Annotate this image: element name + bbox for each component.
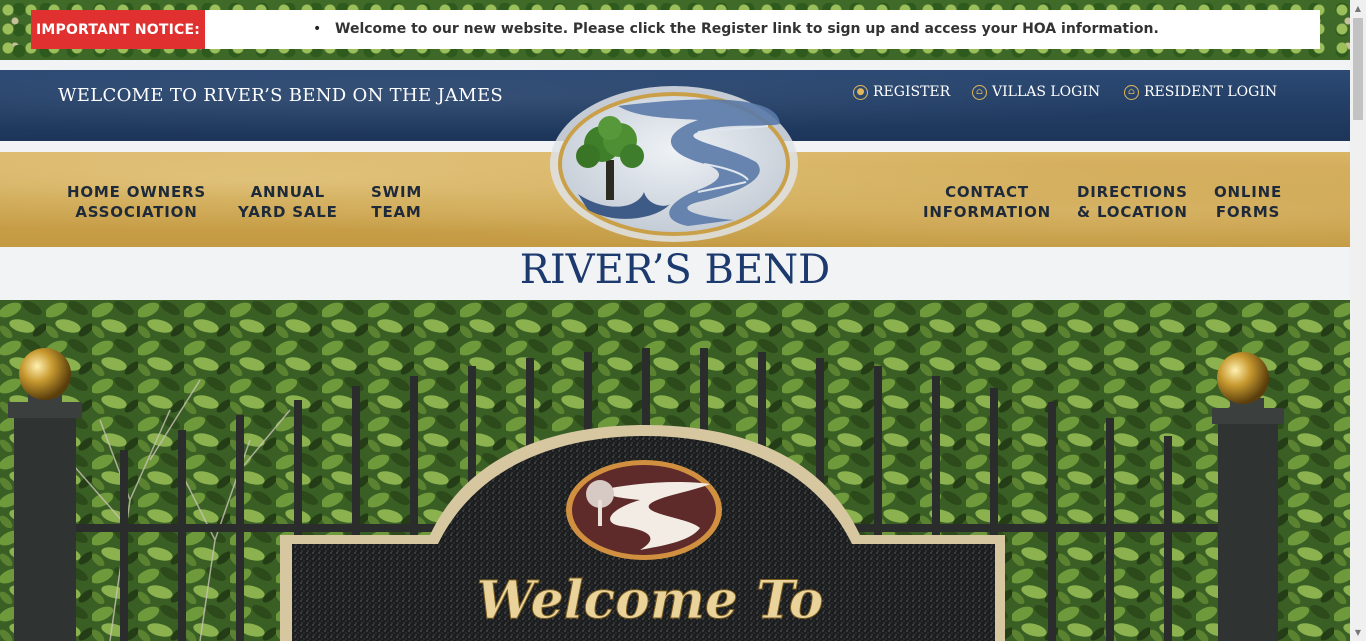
nav-label-line2: & LOCATION xyxy=(1077,203,1188,221)
nav-label-line2: YARD SALE xyxy=(238,203,338,221)
resident-login-link[interactable]: ⌂ RESIDENT LOGIN xyxy=(1124,84,1277,100)
sign-welcome-text: Welcome To xyxy=(477,570,824,631)
nav-label-line2: INFORMATION xyxy=(923,203,1051,221)
home-circle-icon: ⌂ xyxy=(972,84,987,100)
nav-label-line1: ANNUAL xyxy=(250,183,326,201)
user-circle-icon: ● xyxy=(853,84,868,100)
scroll-up-arrow-icon[interactable]: ▲ xyxy=(1350,0,1366,17)
register-label: REGISTER xyxy=(873,84,951,100)
entrance-sign-photo: Welcome To xyxy=(0,300,1350,641)
logo-wordmark: RIVER’S BEND xyxy=(519,247,831,293)
nav-contact-information[interactable]: CONTACT INFORMATION xyxy=(923,182,1051,222)
register-link[interactable]: ● REGISTER xyxy=(853,84,950,100)
nav-label-line1: DIRECTIONS xyxy=(1077,183,1188,201)
scroll-thumb[interactable] xyxy=(1353,18,1363,120)
bullet-icon: • xyxy=(313,21,322,37)
nav-label-line1: CONTACT xyxy=(945,183,1029,201)
nav-label-line2: TEAM xyxy=(371,203,422,221)
river-bend-logo-icon xyxy=(550,86,798,242)
nav-swim-team[interactable]: SWIM TEAM xyxy=(371,182,422,222)
nav-label-line1: ONLINE xyxy=(1214,183,1283,201)
scroll-down-arrow-icon[interactable]: ▼ xyxy=(1350,624,1366,641)
page-scrollbar[interactable]: ▲ ▼ xyxy=(1350,0,1366,641)
nav-annual-yard-sale[interactable]: ANNUAL YARD SALE xyxy=(238,182,338,222)
villas-login-label: VILLAS LOGIN xyxy=(992,84,1101,100)
nav-label-line1: SWIM xyxy=(371,183,423,201)
villas-login-link[interactable]: ⌂ VILLAS LOGIN xyxy=(972,84,1100,100)
nav-label-line2: ASSOCIATION xyxy=(75,203,198,221)
resident-login-label: RESIDENT LOGIN xyxy=(1144,84,1278,100)
site-welcome-title: WELCOME TO RIVER’S BEND ON THE JAMES xyxy=(58,85,504,106)
nav-label-line1: HOME OWNERS xyxy=(67,183,206,201)
notice-label: IMPORTANT NOTICE: xyxy=(31,10,205,49)
notice-message: Welcome to our new website. Please click… xyxy=(335,21,1159,37)
nav-label-line2: FORMS xyxy=(1215,203,1281,221)
important-notice-bar: IMPORTANT NOTICE: • Welcome to our new w… xyxy=(31,10,1320,49)
home-circle-icon: ⌂ xyxy=(1124,84,1139,100)
nav-home-owners-association[interactable]: HOME OWNERS ASSOCIATION xyxy=(67,182,206,222)
site-logo[interactable] xyxy=(548,84,800,244)
nav-online-forms[interactable]: ONLINE FORMS xyxy=(1214,182,1282,222)
nav-directions-location[interactable]: DIRECTIONS & LOCATION xyxy=(1077,182,1188,222)
hero-banner-image: Welcome To xyxy=(0,300,1350,641)
